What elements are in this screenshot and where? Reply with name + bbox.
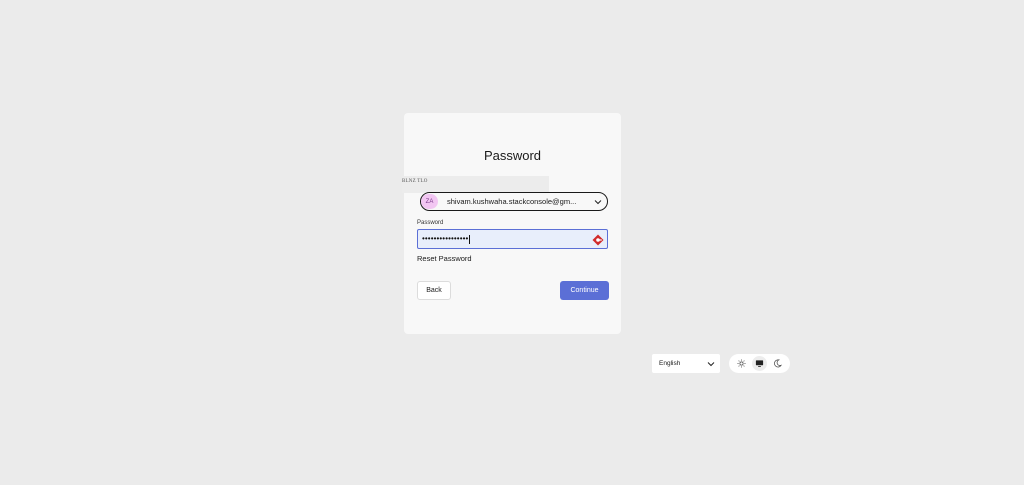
page-title: Password bbox=[483, 148, 542, 163]
theme-light-button[interactable] bbox=[734, 356, 749, 371]
continue-button[interactable]: Continue bbox=[560, 281, 609, 300]
password-input[interactable]: •••••••••••••••• bbox=[417, 229, 608, 249]
chevron-down-icon bbox=[705, 361, 717, 367]
monitor-icon bbox=[755, 360, 764, 367]
password-manager-icon[interactable] bbox=[592, 233, 604, 246]
password-label: Password bbox=[417, 220, 444, 226]
password-card: Password BLNZ TLO ZA shivam.kushwaha.sta… bbox=[402, 113, 621, 334]
theme-dark-button[interactable] bbox=[770, 356, 785, 371]
back-button[interactable]: Back bbox=[417, 281, 451, 300]
avatar: ZA bbox=[421, 194, 438, 209]
login-page: Password BLNZ TLO ZA shivam.kushwaha.sta… bbox=[0, 0, 1024, 485]
overlay-label: BLNZ TLO bbox=[402, 176, 549, 193]
sun-icon bbox=[737, 359, 746, 368]
password-mask: •••••••••••••••• bbox=[422, 234, 469, 244]
theme-system-button[interactable] bbox=[751, 356, 767, 371]
reset-password-link[interactable]: Reset Password bbox=[417, 254, 472, 263]
theme-switcher bbox=[729, 354, 790, 373]
language-selected: English bbox=[659, 360, 681, 367]
account-selector[interactable]: ZA shivam.kushwaha.stackconsole@gm... bbox=[420, 192, 608, 211]
chevron-down-icon bbox=[592, 199, 604, 205]
moon-icon bbox=[774, 359, 783, 368]
account-email: shivam.kushwaha.stackconsole@gm... bbox=[447, 197, 577, 206]
text-cursor bbox=[469, 234, 471, 244]
password-value: •••••••••••••••• bbox=[422, 234, 592, 244]
language-selector[interactable]: English bbox=[652, 354, 720, 373]
